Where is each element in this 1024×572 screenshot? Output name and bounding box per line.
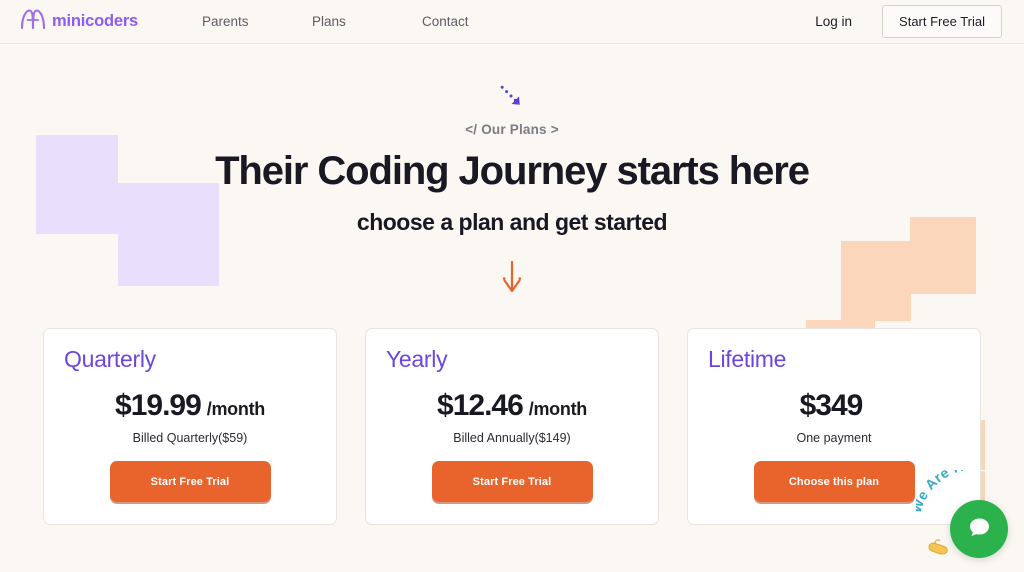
section-eyebrow-label: </ Our Plans > [465,122,559,137]
plan-billing-note: Billed Quarterly($59) [132,431,248,445]
pricing-cards: Quarterly $19.99 /month Billed Quarterly… [0,328,1024,525]
chat-widget: We Are Here [916,468,1014,564]
plan-period: /month [528,399,587,419]
plan-billing-note: One payment [796,431,872,445]
pointing-hand-icon [928,539,948,555]
chat-open-button[interactable] [950,500,1008,558]
page-subtitle: choose a plan and get started [356,209,668,235]
login-link[interactable]: Log in [815,14,852,29]
header-actions: Log in Start Free Trial [815,5,1002,38]
plan-name: Yearly [386,346,448,372]
nav-item-plans[interactable]: Plans [306,14,416,29]
plan-period: /month [206,399,265,419]
plan-name: Lifetime [708,346,787,372]
plan-billing-note: Billed Annually($149) [453,431,571,445]
primary-navigation: Parents Plans Contact [196,14,526,29]
hero-section: </ Our Plans > Their Coding Journey star… [0,44,1024,296]
nav-item-contact[interactable]: Contact [416,14,526,29]
plan-price-row: $349 [708,389,960,423]
chat-bubble-icon [966,514,993,544]
pricing-card-quarterly: Quarterly $19.99 /month Billed Quarterly… [43,328,337,525]
site-header: minicoders Parents Plans Contact Log in … [0,0,1024,44]
plan-price: $19.99 [115,389,202,422]
plan-price: $12.46 [437,389,524,422]
brand-name: minicoders [52,12,139,30]
plan-cta-button-lifetime[interactable]: Choose this plan [753,461,915,502]
pricing-card-yearly: Yearly $12.46 /month Billed Annually($14… [365,328,659,525]
plan-cta-button-yearly[interactable]: Start Free Trial [431,461,593,502]
dotted-diagonal-arrow-down-right-icon [0,84,1024,110]
nav-item-parents[interactable]: Parents [196,14,306,29]
plan-price: $349 [799,389,864,422]
plan-cta-wrap: Start Free Trial [386,461,638,502]
plan-price-row: $19.99 /month [64,389,316,423]
brand-logo-link[interactable]: minicoders [20,8,138,35]
header-start-free-trial-button[interactable]: Start Free Trial [882,5,1002,38]
arrow-down-icon [0,260,1024,296]
plan-name: Quarterly [64,346,156,372]
minicoders-arches-logo-icon [20,8,46,35]
page-title: Their Coding Journey starts here [215,149,810,193]
plan-cta-wrap: Start Free Trial [64,461,316,502]
plan-price-row: $12.46 /month [386,389,638,423]
plan-cta-button-quarterly[interactable]: Start Free Trial [109,461,271,502]
